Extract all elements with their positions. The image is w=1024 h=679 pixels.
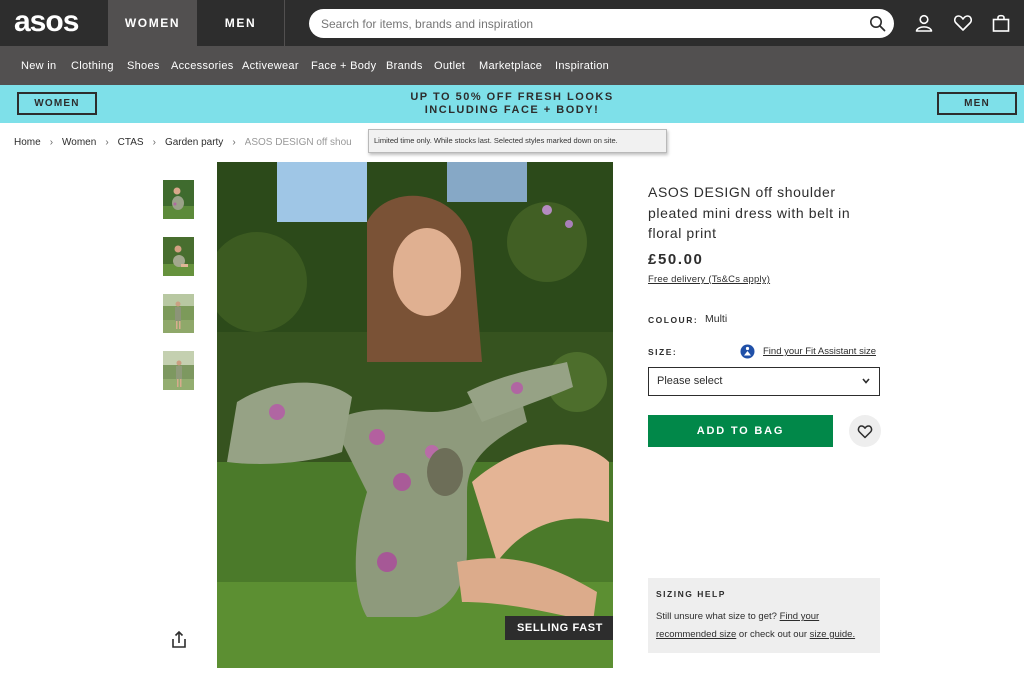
breadcrumb: Home › Women › CTAS › Garden party › ASOS DESIGN…	[14, 137, 351, 151]
thumbnail-image	[163, 180, 194, 219]
nav-item-accessories[interactable]: Accessories	[171, 46, 234, 85]
breadcrumb-separator: ›	[232, 137, 236, 148]
promo-banner[interactable]: WOMEN UP TO 50% OFF FRESH LOOKS INCLUDIN…	[0, 85, 1024, 123]
fit-assistant-link[interactable]: Find your Fit Assistant size	[763, 346, 876, 357]
sizing-help-title: SIZING HELP	[656, 589, 726, 599]
asos-logo[interactable]: asos	[14, 5, 96, 38]
thumbnail-image	[163, 237, 194, 276]
nav-item-activewear[interactable]: Activewear	[242, 46, 299, 85]
promo-line-1: UP TO 50% OFF FRESH LOOKS	[410, 91, 614, 103]
promo-men-button[interactable]: MEN	[937, 92, 1017, 115]
breadcrumb-separator: ›	[105, 137, 109, 148]
product-price: £50.00	[648, 251, 704, 268]
save-for-later-button[interactable]	[849, 415, 881, 447]
thumbnail-image	[163, 294, 194, 333]
logo-wordmark: asos	[14, 5, 80, 38]
size-select-value: Please select	[657, 375, 723, 387]
category-nav: New in Clothing Shoes Accessories Active…	[0, 46, 1024, 85]
size-guide-link[interactable]: size guide.	[810, 629, 855, 640]
nav-item-brands[interactable]: Brands	[386, 46, 423, 85]
product-main-image[interactable]: SELLING FAST	[217, 162, 613, 668]
nav-item-face-body[interactable]: Face + Body	[311, 46, 376, 85]
product-title: ASOS DESIGN off shoulder pleated mini dr…	[648, 184, 851, 241]
thumbnail-1[interactable]	[163, 180, 194, 219]
size-label: SIZE:	[648, 347, 678, 357]
sizing-help-text: Still unsure what size to get?	[656, 611, 777, 622]
sizing-help-panel: SIZING HELP Still unsure what size to ge…	[648, 578, 880, 653]
top-header: asos WOMEN MEN	[0, 0, 1024, 46]
breadcrumb-home[interactable]: Home	[14, 137, 41, 148]
colour-value: Multi	[705, 313, 728, 325]
product-photo	[217, 162, 613, 668]
promo-line-2: INCLUDING FACE + BODY!	[424, 103, 600, 116]
tab-women[interactable]: WOMEN	[108, 0, 197, 46]
nav-item-shoes[interactable]: Shoes	[127, 46, 160, 85]
breadcrumb-current: ASOS DESIGN off shoulder pleated mini dr…	[244, 137, 351, 148]
svg-text:asos: asos	[14, 6, 79, 38]
sizing-help-body: Still unsure what size to get? Find your…	[656, 608, 872, 644]
share-icon[interactable]	[170, 630, 188, 650]
nav-item-marketplace[interactable]: Marketplace	[479, 46, 542, 85]
breadcrumb-garden-party[interactable]: Garden party	[165, 137, 223, 148]
search-icon[interactable]	[869, 15, 886, 32]
size-select[interactable]: Please select	[648, 367, 880, 396]
account-icon[interactable]	[914, 13, 934, 33]
nav-item-clothing[interactable]: Clothing	[71, 46, 114, 85]
breadcrumb-separator: ›	[152, 137, 156, 148]
promo-text: UP TO 50% OFF FRESH LOOKS INCLUDING FACE…	[312, 91, 712, 116]
free-delivery-link[interactable]: Free delivery (Ts&Cs apply)	[648, 274, 770, 285]
thumbnail-image	[163, 351, 194, 390]
search-input[interactable]	[321, 15, 861, 33]
breadcrumb-women[interactable]: Women	[62, 137, 96, 148]
breadcrumb-separator: ›	[49, 137, 54, 148]
saved-items-heart-icon[interactable]	[953, 13, 973, 33]
fit-assistant-icon[interactable]	[740, 344, 755, 359]
promo-women-button[interactable]: WOMEN	[17, 92, 97, 115]
search-bar	[309, 9, 894, 38]
nav-item-outlet[interactable]: Outlet	[434, 46, 465, 85]
add-to-bag-button[interactable]: ADD TO BAG	[648, 415, 833, 447]
thumbnail-2[interactable]	[163, 237, 194, 276]
chevron-down-icon	[862, 378, 870, 384]
thumbnail-3[interactable]	[163, 294, 194, 333]
breadcrumb-ctas[interactable]: CTAS	[118, 137, 144, 148]
selling-fast-badge: SELLING FAST	[504, 616, 613, 640]
tab-men[interactable]: MEN	[197, 0, 285, 46]
colour-label: COLOUR:	[648, 315, 699, 325]
bag-icon[interactable]	[991, 13, 1011, 33]
nav-item-new-in[interactable]: New in	[21, 46, 56, 85]
sizing-help-text-2: or check out our	[738, 629, 808, 640]
nav-item-inspiration[interactable]: Inspiration	[555, 46, 609, 85]
heart-icon	[857, 425, 873, 439]
promo-tooltip: Limited time only. While stocks last. Se…	[368, 129, 667, 153]
thumbnail-4[interactable]	[163, 351, 194, 390]
